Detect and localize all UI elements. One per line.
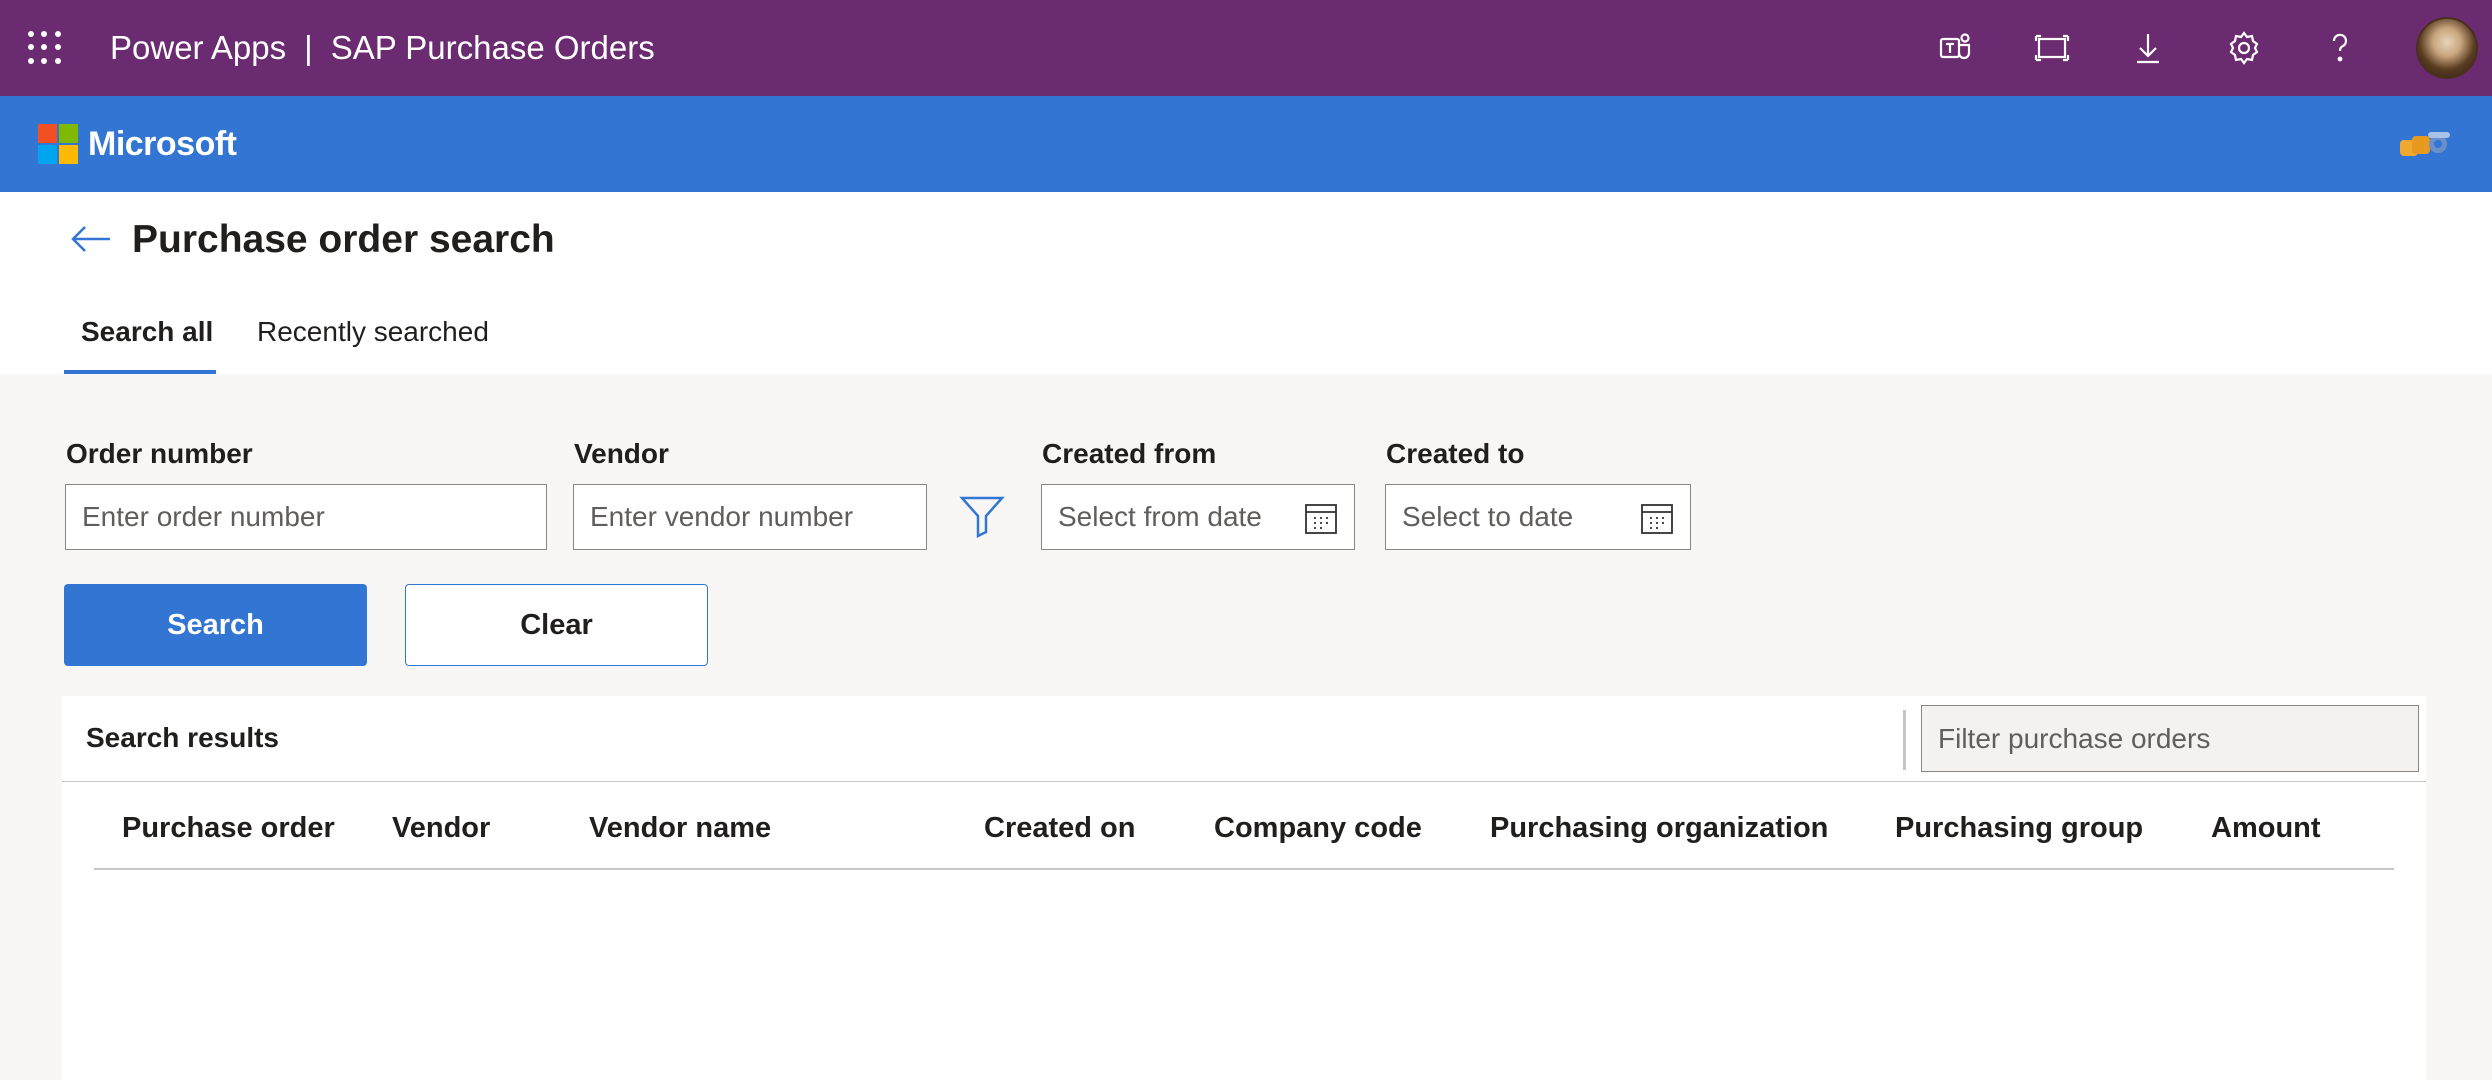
app-title: Power Apps | SAP Purchase Orders — [110, 0, 655, 96]
app-name: Power Apps — [110, 29, 287, 66]
app-subtitle: SAP Purchase Orders — [330, 29, 655, 66]
fit-screen-icon[interactable] — [2004, 0, 2100, 96]
column-header-purchasing-organization[interactable]: Purchasing organization — [1490, 812, 1828, 845]
calendar-icon[interactable] — [1640, 501, 1674, 535]
column-header-vendor-name[interactable]: Vendor name — [589, 812, 771, 845]
column-header-amount[interactable]: Amount — [2211, 812, 2321, 845]
results-title: Search results — [86, 722, 279, 753]
tab-recently-searched[interactable]: Recently searched — [257, 316, 489, 348]
calendar-icon[interactable] — [1304, 501, 1338, 535]
search-button[interactable]: Search — [64, 584, 367, 666]
filter-purchase-orders-input[interactable] — [1921, 705, 2419, 772]
toolbar-divider — [1903, 710, 1906, 770]
brand-name: Microsoft — [88, 125, 237, 163]
teams-icon[interactable] — [1908, 0, 2004, 96]
table-header-divider — [94, 868, 2394, 870]
waffle-icon[interactable] — [28, 31, 62, 65]
help-icon[interactable] — [2292, 0, 2388, 96]
microsoft-logo-icon — [38, 124, 78, 164]
vendor-label: Vendor — [574, 438, 669, 469]
appbar-actions — [1908, 0, 2388, 96]
active-tab-indicator — [64, 370, 216, 374]
created-from-date-picker[interactable]: Select from date — [1041, 484, 1355, 550]
created-from-label: Created from — [1042, 438, 1217, 469]
column-header-purchase-order[interactable]: Purchase order — [122, 812, 335, 845]
filter-icon[interactable] — [958, 494, 1006, 538]
page-title: Purchase order search — [132, 218, 555, 261]
coins-gear-icon — [2400, 132, 2450, 156]
column-header-vendor[interactable]: Vendor — [392, 812, 490, 845]
back-arrow-icon[interactable] — [68, 222, 114, 256]
column-header-company-code[interactable]: Company code — [1214, 812, 1422, 845]
clear-button[interactable]: Clear — [405, 584, 708, 666]
column-header-created-on[interactable]: Created on — [984, 812, 1135, 845]
created-to-placeholder: Select to date — [1402, 501, 1574, 532]
created-from-placeholder: Select from date — [1058, 501, 1262, 532]
order-number-label: Order number — [66, 438, 253, 469]
download-icon[interactable] — [2100, 0, 2196, 96]
created-to-label: Created to — [1386, 438, 1525, 469]
created-to-date-picker[interactable]: Select to date — [1385, 484, 1691, 550]
settings-icon[interactable] — [2196, 0, 2292, 96]
vendor-input[interactable] — [573, 484, 927, 550]
column-header-purchasing-group[interactable]: Purchasing group — [1895, 812, 2143, 845]
title-separator: | — [304, 29, 313, 66]
brand-bar — [0, 96, 2492, 192]
order-number-input[interactable] — [65, 484, 547, 550]
user-avatar[interactable] — [2416, 17, 2478, 79]
tab-search-all[interactable]: Search all — [81, 316, 213, 348]
